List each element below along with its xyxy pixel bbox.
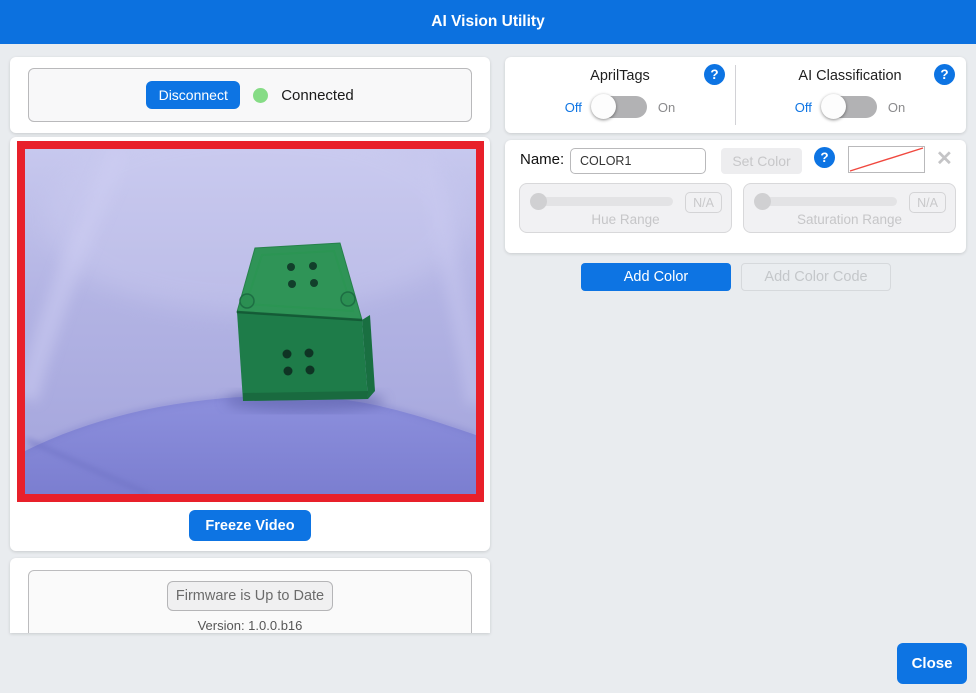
- apriltags-section: AprilTags ? Off On: [505, 57, 735, 133]
- freeze-video-button[interactable]: Freeze Video: [189, 510, 311, 541]
- ai-classification-help-icon[interactable]: ?: [934, 64, 955, 85]
- saturation-range-panel: N/A Saturation Range: [743, 183, 956, 233]
- apriltags-toggle-row: Off On: [505, 94, 735, 119]
- disconnect-button[interactable]: Disconnect: [146, 81, 241, 109]
- hue-value-badge: N/A: [685, 192, 722, 213]
- connection-status-label: Connected: [281, 86, 354, 104]
- ai-classification-toggle-knob[interactable]: [820, 94, 846, 119]
- apriltags-on-label: On: [657, 99, 676, 115]
- add-color-button[interactable]: Add Color: [581, 263, 731, 291]
- hue-slider-track[interactable]: [533, 197, 673, 206]
- ai-classification-off-label: Off: [794, 99, 812, 115]
- set-color-button[interactable]: Set Color: [721, 148, 802, 174]
- lightbox-scene: [25, 149, 476, 494]
- apriltags-off-label: Off: [564, 99, 582, 115]
- firmware-version-label: Version: 1.0.0.b16: [197, 618, 303, 633]
- hue-range-panel: N/A Hue Range: [519, 183, 732, 233]
- clear-color-icon[interactable]: ✕: [936, 146, 953, 172]
- ai-classification-label: AI Classification: [798, 68, 902, 84]
- hue-slider-knob[interactable]: [530, 193, 547, 210]
- color-help-icon[interactable]: ?: [814, 147, 835, 168]
- saturation-value-badge: N/A: [909, 192, 946, 213]
- close-button[interactable]: Close: [897, 643, 967, 684]
- hue-range-label: Hue Range: [591, 212, 660, 227]
- add-color-code-button[interactable]: Add Color Code: [741, 263, 891, 291]
- ai-classification-section: AI Classification ? Off On: [735, 57, 965, 133]
- saturation-slider-knob[interactable]: [754, 193, 771, 210]
- ai-classification-toggle-row: Off On: [735, 94, 965, 119]
- camera-video-feed: [17, 141, 484, 502]
- saturation-range-label: Saturation Range: [796, 212, 903, 227]
- apriltags-label: AprilTags: [590, 68, 650, 84]
- ai-vision-utility-window: AI Vision Utility Disconnect Connected F…: [0, 0, 976, 693]
- ai-classification-on-label: On: [887, 99, 906, 115]
- no-color-line-icon: [849, 147, 924, 172]
- ai-classification-toggle[interactable]: [820, 94, 877, 119]
- connection-card: Disconnect Connected: [10, 57, 490, 133]
- features-card: AprilTags ? Off On AI Classification ? O…: [505, 57, 966, 133]
- color-config-card: Name: Set Color ? ✕ N/A Hue Range N/A Sa…: [505, 140, 966, 253]
- color-name-input[interactable]: [570, 148, 706, 174]
- apriltags-toggle[interactable]: [590, 94, 647, 119]
- connection-box: Disconnect Connected: [28, 68, 472, 122]
- color-name-label: Name:: [520, 151, 565, 168]
- apriltags-help-icon[interactable]: ?: [704, 64, 725, 85]
- connected-status-dot-icon: [253, 87, 269, 103]
- firmware-card: Firmware is Up to Date Version: 1.0.0.b1…: [10, 558, 490, 633]
- saturation-slider-track[interactable]: [757, 197, 897, 206]
- no-color-swatch: [848, 146, 925, 173]
- page-title: AI Vision Utility: [431, 13, 545, 30]
- firmware-box: Firmware is Up to Date Version: 1.0.0.b1…: [28, 570, 472, 633]
- apriltags-toggle-knob[interactable]: [590, 94, 616, 119]
- video-card: Freeze Video: [10, 137, 490, 551]
- firmware-status-button[interactable]: Firmware is Up to Date: [167, 581, 333, 611]
- title-bar: AI Vision Utility: [0, 0, 976, 44]
